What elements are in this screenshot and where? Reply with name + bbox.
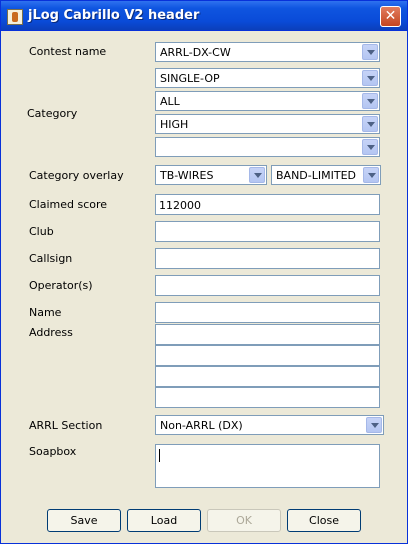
chevron-down-icon[interactable]	[362, 139, 378, 155]
operators-field[interactable]	[155, 275, 380, 296]
jlog-app-icon	[7, 9, 23, 25]
load-button[interactable]: Load	[127, 509, 201, 532]
category-power-select[interactable]: HIGH	[155, 114, 380, 134]
save-button[interactable]: Save	[47, 509, 121, 532]
category-extra-select[interactable]	[155, 137, 380, 157]
category-overlay-select-1[interactable]: TB-WIRES	[155, 165, 267, 185]
address-field-line-4[interactable]	[155, 387, 380, 408]
contest-name-select[interactable]: ARRL-DX-CW	[155, 42, 380, 62]
chevron-down-icon[interactable]	[363, 167, 379, 183]
category-operator-select[interactable]: SINGLE-OP	[155, 68, 380, 88]
callsign-label: Callsign	[29, 252, 73, 265]
chevron-down-icon[interactable]	[362, 44, 378, 60]
club-label: Club	[29, 225, 54, 238]
category-label: Category	[27, 107, 78, 120]
chevron-down-icon[interactable]	[366, 417, 382, 433]
contest-name-value: ARRL-DX-CW	[160, 46, 231, 59]
operators-label: Operator(s)	[29, 279, 93, 292]
arrl-section-value: Non-ARRL (DX)	[160, 419, 243, 432]
chevron-down-icon[interactable]	[362, 70, 378, 86]
category-overlay-label: Category overlay	[29, 169, 124, 182]
claimed-score-field[interactable]: 112000	[155, 194, 380, 215]
callsign-field[interactable]	[155, 248, 380, 269]
soapbox-textarea[interactable]	[155, 444, 380, 488]
chevron-down-icon[interactable]	[362, 116, 378, 132]
category-power-value: HIGH	[160, 118, 189, 131]
arrl-section-select[interactable]: Non-ARRL (DX)	[155, 415, 384, 435]
arrl-section-label: ARRL Section	[29, 419, 103, 432]
name-label: Name	[29, 306, 62, 319]
category-overlay-select-2[interactable]: BAND-LIMITED	[271, 165, 381, 185]
category-overlay-value-1: TB-WIRES	[160, 169, 214, 182]
soapbox-label: Soapbox	[29, 445, 77, 458]
close-icon[interactable]: ✕	[380, 6, 401, 27]
close-button[interactable]: Close	[287, 509, 361, 532]
address-field-line-1[interactable]	[155, 324, 380, 345]
category-overlay-value-2: BAND-LIMITED	[276, 169, 356, 182]
text-caret	[159, 449, 160, 462]
title-bar[interactable]: jLog Cabrillo V2 header ✕	[1, 1, 407, 31]
dialog-window: jLog Cabrillo V2 header ✕ Contest name A…	[0, 0, 408, 544]
claimed-score-value: 112000	[159, 199, 201, 212]
category-operator-value: SINGLE-OP	[160, 72, 220, 85]
address-field-line-2[interactable]	[155, 345, 380, 366]
chevron-down-icon[interactable]	[249, 167, 265, 183]
window-title: jLog Cabrillo V2 header	[28, 8, 200, 23]
address-label: Address	[29, 326, 73, 339]
claimed-score-label: Claimed score	[29, 198, 108, 211]
club-field[interactable]	[155, 221, 380, 242]
category-band-select[interactable]: ALL	[155, 91, 380, 111]
category-band-value: ALL	[160, 95, 180, 108]
chevron-down-icon[interactable]	[362, 93, 378, 109]
contest-name-label: Contest name	[29, 45, 107, 58]
ok-button[interactable]: OK	[207, 509, 281, 532]
name-field[interactable]	[155, 302, 380, 323]
address-field-line-3[interactable]	[155, 366, 380, 387]
